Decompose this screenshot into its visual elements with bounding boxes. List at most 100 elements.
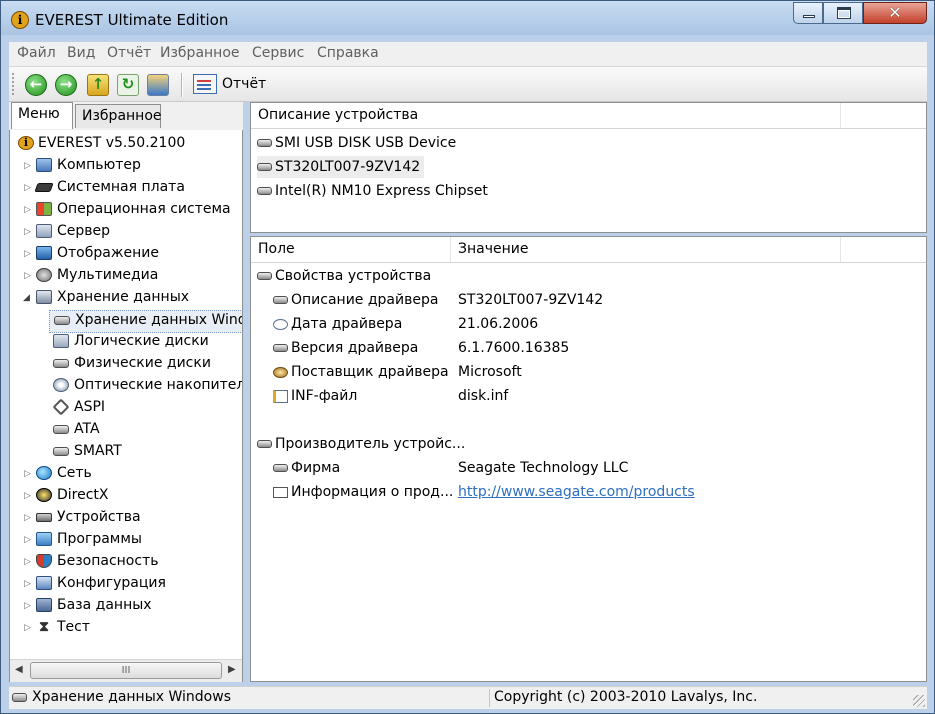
toolbar: ← → ↑ ↻ Отчёт — [9, 67, 927, 102]
expand-icon[interactable]: ▷ — [24, 579, 32, 589]
window-title: EVEREST Ultimate Edition — [35, 11, 229, 29]
expand-icon[interactable]: ▷ — [24, 271, 32, 281]
expand-icon[interactable]: ▷ — [24, 227, 32, 237]
expand-icon[interactable]: ▷ — [24, 161, 32, 171]
menu-service[interactable]: Сервис — [252, 45, 304, 61]
expand-icon[interactable]: ▷ — [24, 491, 32, 501]
optical-drive-icon — [53, 378, 69, 392]
sidebar-item-label: Логические диски — [74, 333, 209, 349]
disk-icon — [257, 163, 272, 171]
multimedia-icon — [36, 268, 52, 282]
property-field[interactable]: Поставщик драйвера — [273, 361, 449, 383]
navigation-tree: i EVEREST v5.50.2100 ▷ Компьютер ▷ Систе… — [10, 131, 242, 659]
product-info-link[interactable]: http://www.seagate.com/products — [458, 481, 695, 503]
menu-file[interactable]: Файл — [17, 45, 56, 61]
maximize-button[interactable] — [823, 2, 863, 24]
expand-icon[interactable]: ▷ — [24, 249, 32, 259]
device-label: Intel(R) NM10 Express Chipset — [275, 183, 488, 199]
property-value: Microsoft — [458, 364, 522, 380]
scroll-thumb[interactable]: III — [30, 662, 222, 679]
disk-icon — [12, 693, 27, 702]
ata-icon — [53, 425, 69, 434]
disk-icon — [257, 272, 272, 280]
sidebar-item-label: Хранение данных — [57, 289, 190, 305]
property-value: disk.inf — [458, 388, 509, 404]
disk-icon — [273, 296, 288, 304]
report-button-label[interactable]: Отчёт — [222, 76, 266, 92]
property-value: 6.1.7600.16385 — [458, 340, 570, 356]
tab-favorites[interactable]: Избранное — [75, 104, 162, 128]
menu-report[interactable]: Отчёт — [107, 45, 151, 61]
property-field[interactable]: Дата драйвера — [273, 313, 402, 335]
status-bar: Хранение данных Windows Copyright (c) 20… — [9, 686, 927, 709]
toolbar-grip[interactable] — [12, 73, 17, 95]
sidebar-item-label: Отображение — [57, 245, 159, 261]
column-header-value[interactable]: Значение — [451, 237, 841, 262]
property-value: 21.06.2006 — [458, 316, 539, 332]
expand-icon[interactable]: ▷ — [24, 469, 32, 479]
disk-icon — [257, 440, 272, 448]
expand-icon[interactable]: ▷ — [24, 601, 32, 611]
database-icon — [36, 598, 52, 612]
sidebar-item-label: Физические диски — [74, 355, 211, 371]
sidebar-item-label: Программы — [57, 531, 142, 547]
property-field[interactable]: Описание драйвера — [273, 289, 438, 311]
expand-icon[interactable]: ▷ — [24, 557, 32, 567]
menu-help[interactable]: Справка — [317, 45, 379, 61]
company-icon — [273, 464, 288, 472]
sidebar-item-windows-storage[interactable]: Хранение данных Windows — [49, 310, 242, 333]
scroll-left-icon[interactable]: ◀ — [15, 664, 23, 675]
expand-icon[interactable]: ▷ — [24, 623, 32, 633]
device-row[interactable]: SMI USB DISK USB Device — [257, 132, 456, 154]
menu-view[interactable]: Вид — [67, 45, 95, 61]
up-icon[interactable]: ↑ — [87, 74, 109, 96]
menu-bar: Файл Вид Отчёт Избранное Сервис Справка — [9, 42, 927, 67]
sidebar-item-label: База данных — [57, 597, 152, 613]
forward-icon[interactable]: → — [55, 74, 77, 96]
collapse-icon[interactable]: ◢ — [23, 293, 31, 303]
property-field[interactable]: Версия драйвера — [273, 337, 418, 359]
sidebar-tabs: Меню Избранное — [9, 102, 243, 130]
sidebar-item-label: Устройства — [57, 509, 141, 525]
property-field[interactable]: Информация о прод... — [273, 481, 453, 503]
expand-icon[interactable]: ▷ — [24, 183, 32, 193]
expand-icon[interactable]: ▷ — [24, 205, 32, 215]
close-button[interactable]: ✕ — [863, 2, 927, 24]
back-icon[interactable]: ← — [25, 74, 47, 96]
scroll-right-icon[interactable]: ▶ — [228, 664, 236, 675]
device-row-selected[interactable]: ST320LT007-9ZV142 — [257, 156, 425, 178]
report-icon[interactable] — [193, 74, 217, 94]
close-icon: ✕ — [888, 3, 902, 22]
column-header-device[interactable]: Описание устройства — [251, 103, 841, 128]
sidebar-horizontal-scrollbar[interactable]: ◀ III ▶ — [10, 659, 242, 682]
status-left-text: Хранение данных Windows — [32, 689, 231, 705]
property-value: ST320LT007-9ZV142 — [458, 292, 604, 308]
tab-menu[interactable]: Меню — [11, 102, 73, 129]
column-header-field[interactable]: Поле — [251, 237, 451, 262]
resize-grip-icon[interactable] — [913, 695, 925, 707]
expand-icon[interactable]: ▷ — [24, 513, 32, 523]
sidebar-item-label: Оптические накопители — [74, 377, 242, 393]
property-group-title: Свойства устройства — [257, 265, 431, 287]
device-row[interactable]: Intel(R) NM10 Express Chipset — [257, 180, 488, 202]
display-icon — [36, 246, 52, 260]
property-field[interactable]: INF-файл — [273, 385, 357, 407]
users-icon[interactable] — [147, 74, 169, 96]
directx-icon — [36, 488, 52, 502]
version-icon — [273, 344, 288, 352]
refresh-icon[interactable]: ↻ — [117, 74, 139, 96]
os-icon — [36, 202, 52, 216]
devices-icon — [36, 513, 52, 522]
disk-icon — [257, 139, 272, 147]
product-info-icon — [273, 486, 288, 498]
expand-icon[interactable]: ▷ — [24, 535, 32, 545]
title-bar[interactable]: i EVEREST Ultimate Edition ✕ — [1, 1, 934, 35]
minimize-button[interactable] — [793, 2, 823, 24]
property-field[interactable]: Фирма — [273, 457, 340, 479]
app-window: i EVEREST Ultimate Edition ✕ Файл Вид От… — [0, 0, 935, 714]
security-icon — [36, 554, 52, 568]
properties-header: Поле Значение — [251, 237, 926, 263]
menu-favorites[interactable]: Избранное — [160, 45, 240, 61]
sidebar-item-label: DirectX — [57, 487, 109, 503]
programs-icon — [36, 532, 52, 546]
